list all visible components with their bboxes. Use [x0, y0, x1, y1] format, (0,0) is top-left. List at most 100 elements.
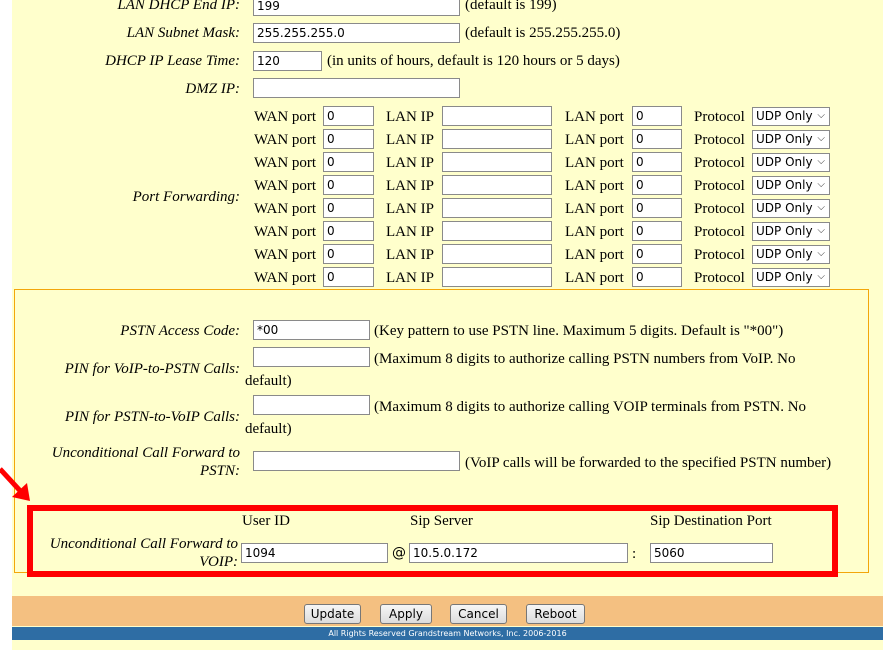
dhcp-end-label: LAN DHCP End IP: [117, 0, 240, 13]
subnet-mask-input[interactable]: 255.255.255.0 [253, 23, 460, 43]
protocol-select[interactable]: UDP Only ⌵ [752, 130, 830, 149]
lan-ip-label: LAN IP [386, 155, 434, 171]
lan-ip-input[interactable] [442, 221, 552, 241]
dmz-ip-input[interactable] [253, 78, 460, 98]
chevron-down-icon: ⌵ [817, 133, 825, 144]
voip-to-pstn-pin-label: PIN for VoIP-to-PSTN Calls: [64, 361, 240, 377]
wan-port-input[interactable]: 0 [323, 267, 374, 287]
protocol-select[interactable]: UDP Only ⌵ [752, 245, 830, 264]
lan-port-label: LAN port [565, 224, 624, 240]
lan-ip-label: LAN IP [386, 132, 434, 148]
call-forward-pstn-input[interactable] [253, 451, 460, 471]
lease-time-label: DHCP IP Lease Time: [105, 53, 240, 69]
lan-port-input[interactable]: 0 [632, 106, 682, 126]
protocol-label: Protocol [694, 224, 745, 240]
call-forward-pstn-label: Unconditional Call Forward to PSTN: [30, 444, 240, 480]
lan-port-input[interactable]: 0 [632, 221, 682, 241]
protocol-label: Protocol [694, 132, 745, 148]
lan-ip-label: LAN IP [386, 224, 434, 240]
lan-port-input[interactable]: 0 [632, 129, 682, 149]
lan-ip-input[interactable] [442, 267, 552, 287]
protocol-select[interactable]: UDP Only ⌵ [752, 176, 830, 195]
lease-time-hint: (in units of hours, default is 120 hours… [327, 53, 620, 69]
chevron-down-icon: ⌵ [817, 202, 825, 213]
wan-port-label: WAN port [254, 270, 317, 286]
protocol-label: Protocol [694, 155, 745, 171]
wan-port-input[interactable]: 0 [323, 175, 374, 195]
subnet-mask-hint: (default is 255.255.255.0) [465, 25, 621, 41]
lan-port-input[interactable]: 0 [632, 244, 682, 264]
lan-port-input[interactable]: 0 [632, 152, 682, 172]
protocol-value: UDP Only [756, 178, 813, 192]
lan-port-label: LAN port [565, 270, 624, 286]
dhcp-end-hint: (default is 199) [465, 0, 557, 13]
dmz-ip-label: DMZ IP: [185, 81, 240, 97]
protocol-value: UDP Only [756, 132, 813, 146]
apply-button[interactable]: Apply [380, 604, 432, 624]
wan-port-label: WAN port [254, 109, 317, 125]
protocol-select[interactable]: UDP Only ⌵ [752, 268, 830, 287]
chevron-down-icon: ⌵ [817, 225, 825, 236]
pstn-to-voip-pin-input[interactable] [253, 395, 370, 415]
lan-ip-input[interactable] [442, 129, 552, 149]
wan-port-input[interactable]: 0 [323, 244, 374, 264]
lease-time-input[interactable]: 120 [253, 51, 322, 71]
protocol-label: Protocol [694, 270, 745, 286]
call-forward-pstn-hint: (VoIP calls will be forwarded to the spe… [465, 455, 832, 471]
lan-port-input[interactable]: 0 [632, 198, 682, 218]
lan-ip-input[interactable] [442, 106, 552, 126]
lan-ip-input[interactable] [442, 198, 552, 218]
lan-port-label: LAN port [565, 201, 624, 217]
lan-ip-input[interactable] [442, 244, 552, 264]
lan-port-label: LAN port [565, 155, 624, 171]
protocol-label: Protocol [694, 247, 745, 263]
voip-to-pstn-pin-hint: (Maximum 8 digits to authorize calling P… [374, 351, 796, 367]
footer-copyright: All Rights Reserved Grandstream Networks… [12, 627, 883, 640]
lan-port-input[interactable]: 0 [632, 175, 682, 195]
lan-ip-input[interactable] [442, 152, 552, 172]
highlight-box [27, 505, 838, 577]
protocol-select[interactable]: UDP Only ⌵ [752, 222, 830, 241]
lan-port-label: LAN port [565, 109, 624, 125]
lan-ip-label: LAN IP [386, 270, 434, 286]
pstn-access-code-input[interactable]: *00 [253, 320, 370, 340]
subnet-mask-label: LAN Subnet Mask: [126, 25, 240, 41]
lan-ip-label: LAN IP [386, 201, 434, 217]
protocol-label: Protocol [694, 201, 745, 217]
wan-port-label: WAN port [254, 155, 317, 171]
reboot-button[interactable]: Reboot [526, 604, 585, 624]
lan-port-input[interactable]: 0 [632, 267, 682, 287]
call-forward-pstn-label-line1: Unconditional Call Forward to [51, 445, 240, 461]
wan-port-input[interactable]: 0 [323, 198, 374, 218]
pstn-to-voip-pin-label: PIN for PSTN-to-VoIP Calls: [64, 409, 240, 425]
call-forward-pstn-label-line2: PSTN: [199, 463, 240, 479]
protocol-select[interactable]: UDP Only ⌵ [752, 153, 830, 172]
protocol-select[interactable]: UDP Only ⌵ [752, 199, 830, 218]
wan-port-label: WAN port [254, 132, 317, 148]
protocol-value: UDP Only [756, 270, 813, 284]
protocol-value: UDP Only [756, 155, 813, 169]
dhcp-end-input[interactable]: 199 [253, 0, 460, 16]
pstn-access-code-label: PSTN Access Code: [120, 323, 240, 339]
chevron-down-icon: ⌵ [817, 156, 825, 167]
protocol-value: UDP Only [756, 247, 813, 261]
chevron-down-icon: ⌵ [817, 179, 825, 190]
update-button[interactable]: Update [304, 604, 361, 624]
wan-port-input[interactable]: 0 [323, 106, 374, 126]
cancel-button[interactable]: Cancel [450, 604, 507, 624]
button-bar [12, 596, 883, 626]
wan-port-input[interactable]: 0 [323, 221, 374, 241]
lan-ip-input[interactable] [442, 175, 552, 195]
protocol-label: Protocol [694, 109, 745, 125]
protocol-value: UDP Only [756, 224, 813, 238]
wan-port-input[interactable]: 0 [323, 129, 374, 149]
port-forwarding-label: Port Forwarding: [132, 189, 240, 205]
wan-port-input[interactable]: 0 [323, 152, 374, 172]
lan-port-label: LAN port [565, 178, 624, 194]
protocol-label: Protocol [694, 178, 745, 194]
protocol-select[interactable]: UDP Only ⌵ [752, 107, 830, 126]
chevron-down-icon: ⌵ [817, 248, 825, 259]
wan-port-label: WAN port [254, 224, 317, 240]
voip-to-pstn-pin-input[interactable] [253, 347, 370, 367]
chevron-down-icon: ⌵ [817, 110, 825, 121]
